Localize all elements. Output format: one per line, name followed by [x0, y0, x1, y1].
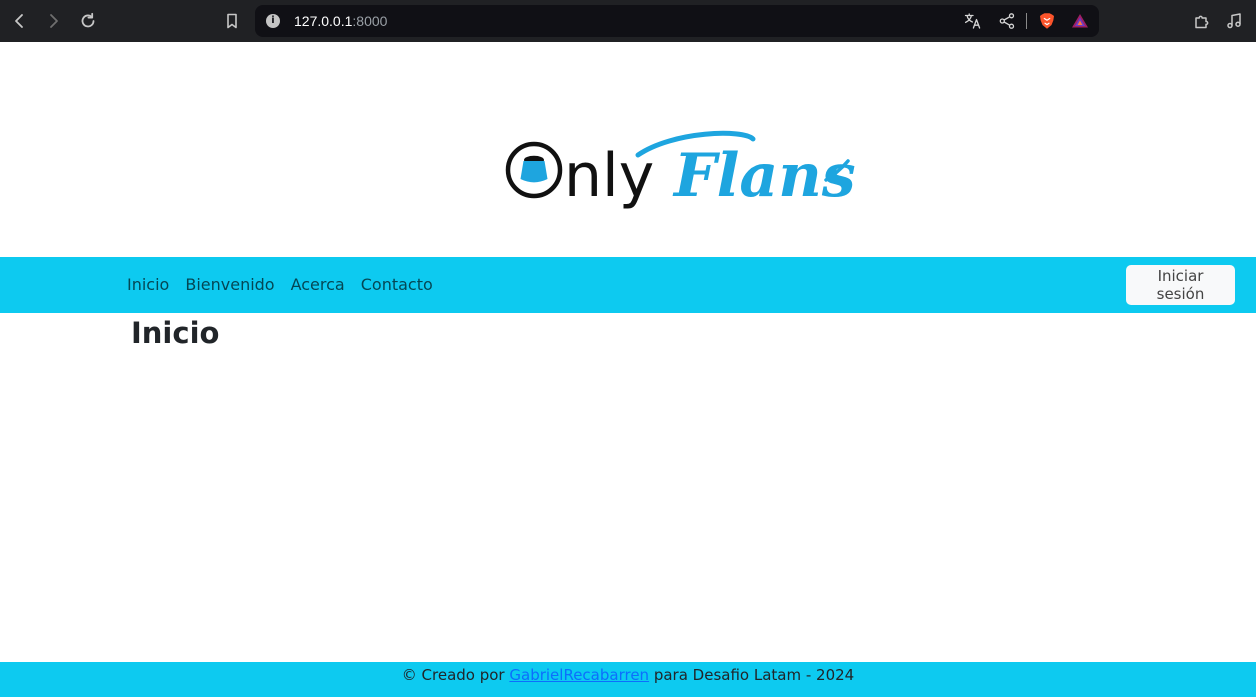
puzzle-icon [1195, 15, 1209, 29]
toolbar-divider [1026, 13, 1027, 29]
url-host: 127.0.0.1 [294, 13, 353, 29]
back-button[interactable] [8, 9, 32, 33]
address-bar[interactable]: i 127.0.0.1:8000 [255, 5, 1099, 37]
music-note-icon [1227, 13, 1241, 29]
brave-rewards-button[interactable] [1071, 12, 1089, 30]
url-text[interactable]: 127.0.0.1:8000 [294, 12, 387, 30]
browser-toolbar: i 127.0.0.1:8000 [0, 0, 1256, 42]
nav-link-inicio[interactable]: Inicio [119, 257, 177, 313]
translate-button[interactable] [964, 12, 982, 30]
chevron-right-icon [50, 14, 58, 28]
brave-lion-icon [1040, 13, 1054, 29]
nav-link-contacto[interactable]: Contacto [353, 257, 441, 313]
logo-word-script: Flans [672, 141, 856, 211]
extensions-button[interactable] [1190, 9, 1214, 33]
reload-button[interactable] [76, 9, 100, 33]
flan-body-icon [520, 161, 548, 183]
login-button[interactable]: Iniciar sesión [1126, 265, 1235, 305]
nav-link-bienvenido[interactable]: Bienvenido [177, 257, 282, 313]
chevron-left-icon [15, 14, 23, 28]
bookmark-icon [227, 13, 237, 29]
share-icon [999, 13, 1015, 29]
media-button[interactable] [1222, 9, 1246, 33]
nav-link-acerca[interactable]: Acerca [283, 257, 353, 313]
nav-links: Inicio Bienvenido Acerca Contacto [119, 257, 441, 313]
bookmark-button[interactable] [220, 9, 244, 33]
onlyflans-logo: nly Flans [505, 130, 856, 211]
main-navbar: Inicio Bienvenido Acerca Contacto Inicia… [0, 257, 1256, 313]
footer-author-link[interactable]: GabrielRecabarren [509, 666, 649, 684]
site-footer: © Creado por GabrielRecabarren para Desa… [0, 662, 1256, 697]
site-info-icon[interactable]: i [266, 14, 280, 28]
brave-shields-button[interactable] [1038, 12, 1056, 30]
url-port: :8000 [352, 13, 388, 29]
reload-icon [81, 12, 95, 28]
page-title: Inicio [131, 316, 220, 350]
rewards-triangle-icon [1072, 14, 1088, 28]
share-button[interactable] [998, 12, 1016, 30]
footer-suffix: para Desafio Latam - 2024 [649, 666, 855, 684]
site-logo: nly Flans [498, 125, 858, 220]
footer-prefix: © Creado por [401, 666, 510, 684]
forward-button[interactable] [41, 9, 65, 33]
translate-icon [964, 13, 981, 29]
